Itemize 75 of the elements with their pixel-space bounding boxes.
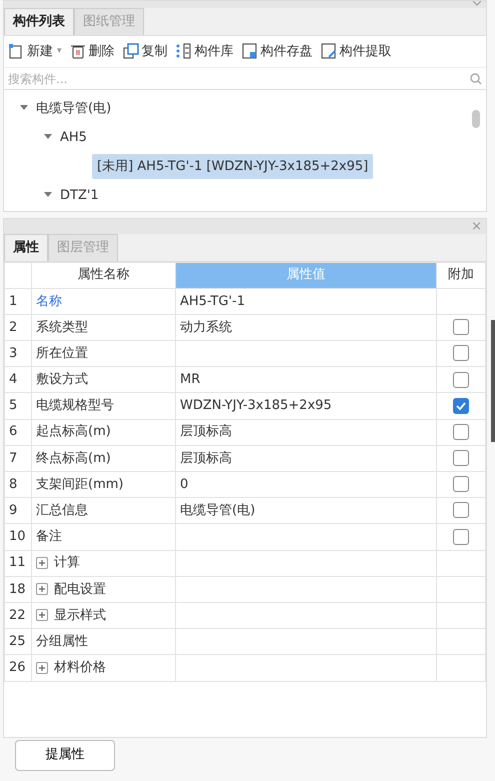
row-number: 1: [4, 288, 32, 314]
tree-item[interactable]: [未用] AH5-TG'-1 [WDZN-YJY-3x185+2x95]: [92, 154, 374, 180]
tab[interactable]: 构件列表: [4, 8, 74, 34]
collapse-arrow-icon[interactable]: [44, 190, 52, 198]
checkbox[interactable]: [453, 424, 469, 440]
row-number: 6: [4, 419, 32, 446]
list-icon: [176, 43, 192, 60]
checkbox[interactable]: [453, 372, 469, 388]
toolbar-button[interactable]: 复制: [122, 42, 168, 61]
row-number: 5: [4, 392, 32, 420]
property-value[interactable]: 层顶标高: [176, 419, 436, 446]
toolbar-button[interactable]: 构件提取: [320, 42, 392, 61]
checkbox[interactable]: [453, 502, 469, 518]
property-name: 起点标高(m): [32, 419, 176, 446]
collapse-arrow-icon[interactable]: [20, 103, 28, 112]
property-value[interactable]: 电缆导管(电): [176, 498, 436, 524]
row-number: 25: [4, 628, 32, 655]
property-name: 名称: [32, 288, 176, 314]
row-number: 22: [4, 602, 32, 629]
row-number: 11: [4, 550, 32, 576]
row-number: 2: [4, 314, 32, 341]
tree-item[interactable]: DTZ'1: [56, 184, 103, 208]
property-value[interactable]: MR: [176, 366, 436, 393]
expand-icon[interactable]: [36, 662, 48, 674]
copy-icon: [122, 43, 139, 60]
column-header[interactable]: 属性名称: [32, 262, 176, 288]
search-icon: [470, 72, 482, 84]
checkbox[interactable]: [453, 528, 469, 545]
property-name: 分组属性: [32, 628, 176, 655]
row-number: 10: [4, 524, 32, 550]
save-icon: [242, 43, 258, 60]
property-name: 备注: [32, 524, 176, 550]
checkbox[interactable]: [453, 319, 469, 336]
property-group[interactable]: 计算: [54, 555, 80, 570]
tree-item[interactable]: 电缆导管(电): [32, 96, 116, 120]
property-name: 所在位置: [32, 340, 176, 367]
property-value[interactable]: 动力系统: [176, 314, 436, 341]
toolbar-button[interactable]: 构件库: [176, 42, 234, 61]
expand-icon[interactable]: [36, 609, 48, 622]
property-value[interactable]: 层顶标高: [176, 445, 436, 472]
row-number: 26: [4, 654, 32, 681]
collapse-arrow-icon[interactable]: [44, 132, 52, 140]
tab[interactable]: 属性: [4, 234, 48, 260]
expand-icon[interactable]: [36, 583, 48, 596]
checkbox[interactable]: [453, 398, 469, 414]
property-name: 电缆规格型号: [32, 392, 176, 420]
toolbar-button[interactable]: 构件存盘: [242, 42, 313, 61]
property-name: 终点标高(m): [32, 445, 176, 472]
row-number: 18: [4, 576, 32, 602]
extract-properties-button[interactable]: 提属性: [15, 740, 115, 770]
document-icon: [320, 43, 337, 60]
checkbox[interactable]: [453, 345, 469, 362]
toolbar-button[interactable]: 新建: [8, 42, 53, 61]
row-number: 9: [4, 498, 32, 524]
property-name: 敷设方式: [32, 366, 176, 393]
expand-icon[interactable]: [36, 556, 48, 569]
tree-item[interactable]: AH5: [56, 126, 91, 150]
scrollbar-thumb[interactable]: [472, 110, 480, 128]
property-value[interactable]: 0: [176, 472, 436, 498]
column-header[interactable]: 附加: [436, 262, 486, 288]
property-value[interactable]: WDZN-YJY-3x185+2x95: [176, 392, 436, 420]
checkbox[interactable]: [453, 450, 469, 466]
row-number: 8: [4, 472, 32, 498]
checkbox[interactable]: [453, 476, 469, 492]
property-name: 汇总信息: [32, 498, 176, 524]
property-name: 系统类型: [32, 314, 176, 341]
trash-icon: [70, 43, 86, 60]
new-file-icon: [8, 43, 24, 60]
property-name: 支架间距(mm): [32, 472, 176, 498]
row-number: 4: [4, 366, 32, 393]
toolbar-button[interactable]: 删除: [70, 42, 115, 61]
scrollbar-thumb[interactable]: [491, 320, 495, 442]
property-value[interactable]: AH5-TG'-1: [176, 288, 436, 314]
row-number: 7: [4, 445, 32, 472]
row-number: 3: [4, 340, 32, 367]
